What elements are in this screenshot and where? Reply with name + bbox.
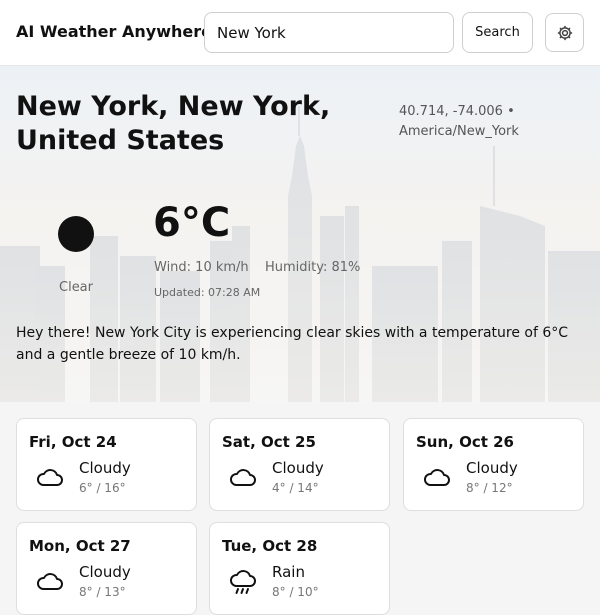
condition-label: Clear <box>59 280 93 295</box>
clear-sky-icon <box>58 216 94 252</box>
coordinates-value: 40.714, -74.006 • <box>399 104 515 119</box>
forecast-range: 6° / 16° <box>79 481 126 495</box>
forecast-condition: Rain <box>272 563 305 581</box>
forecast-range: 8° / 10° <box>272 585 319 599</box>
top-bar: AI Weather Anywhere Search <box>0 0 600 66</box>
forecast-card[interactable]: Tue, Oct 28 Rain 8° / 10° <box>209 522 390 615</box>
forecast-condition: Cloudy <box>466 459 518 477</box>
current-temperature: 6°C <box>153 200 231 246</box>
settings-button[interactable] <box>545 13 584 52</box>
forecast-card[interactable]: Sat, Oct 25 Cloudy 4° / 14° <box>209 418 390 511</box>
forecast-condition: Cloudy <box>79 563 131 581</box>
forecast-condition: Cloudy <box>272 459 324 477</box>
current-weather-panel: New York, New York, United States 40.714… <box>0 66 600 402</box>
search-button[interactable]: Search <box>462 12 533 53</box>
forecast-grid: Fri, Oct 24 Cloudy 6° / 16° Sat, Oct 25 … <box>0 402 600 615</box>
updated-time: Updated: 07:28 AM <box>154 286 261 299</box>
location-title: New York, New York, United States <box>16 91 331 156</box>
forecast-range: 8° / 13° <box>79 585 126 599</box>
cloud-icon <box>37 573 63 590</box>
cloud-icon <box>37 469 63 486</box>
wind-speed: Wind: 10 km/h <box>154 260 249 275</box>
cloud-icon <box>424 469 450 486</box>
cloud-icon <box>230 469 256 486</box>
forecast-day: Fri, Oct 24 <box>29 433 117 451</box>
ai-summary: Hey there! New York City is experiencing… <box>16 325 569 363</box>
forecast-day: Tue, Oct 28 <box>222 537 318 555</box>
forecast-range: 8° / 12° <box>466 481 513 495</box>
forecast-card[interactable]: Fri, Oct 24 Cloudy 6° / 16° <box>16 418 197 511</box>
coordinates: 40.714, -74.006 • America/New_York <box>399 102 549 142</box>
forecast-day: Mon, Oct 27 <box>29 537 131 555</box>
forecast-condition: Cloudy <box>79 459 131 477</box>
forecast-range: 4° / 14° <box>272 481 319 495</box>
search-input[interactable] <box>204 12 454 53</box>
forecast-card[interactable]: Mon, Oct 27 Cloudy 8° / 13° <box>16 522 197 615</box>
timezone: America/New_York <box>399 124 519 139</box>
forecast-day: Sat, Oct 25 <box>222 433 316 451</box>
humidity: Humidity: 81% <box>265 260 361 275</box>
forecast-day: Sun, Oct 26 <box>416 433 514 451</box>
rain-icon <box>230 570 256 594</box>
gear-icon <box>557 25 572 40</box>
forecast-card[interactable]: Sun, Oct 26 Cloudy 8° / 12° <box>403 418 584 511</box>
app-title: AI Weather Anywhere <box>16 22 212 41</box>
